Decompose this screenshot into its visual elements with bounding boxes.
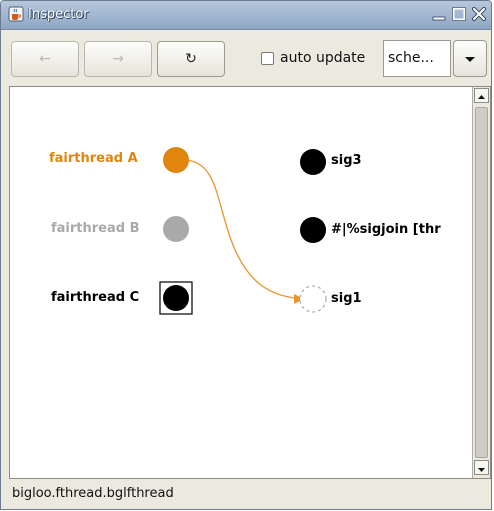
thread-label-a[interactable]: fairthread A — [49, 151, 138, 166]
thread-node-c[interactable] — [163, 285, 189, 311]
signal-label-sigjoin[interactable]: #|%sigjoin [thr — [331, 222, 441, 237]
close-icon[interactable] — [472, 7, 486, 21]
scheduler-combo-field[interactable]: sche... — [383, 40, 451, 77]
thread-label-c[interactable]: fairthread C — [51, 290, 139, 305]
thread-signal-graph — [159, 147, 327, 315]
auto-update-checkbox[interactable] — [261, 52, 274, 65]
back-button[interactable]: ← — [11, 41, 79, 77]
signal-node-1[interactable] — [300, 149, 326, 175]
back-arrow-icon: ← — [39, 51, 51, 67]
title-bar[interactable]: Inspector — [1, 1, 491, 30]
edge-fairthread-a-to-sig1 — [182, 159, 305, 300]
status-bar-text: bigloo.fthread.bglfthread — [12, 486, 174, 501]
scroll-up-button[interactable] — [474, 88, 489, 103]
window-title: Inspector — [28, 7, 89, 22]
java-cup-icon — [8, 6, 24, 22]
chevron-up-icon — [478, 95, 485, 99]
signal-node-3[interactable] — [299, 285, 327, 313]
scroll-down-button[interactable] — [474, 460, 489, 475]
toolbar: ← → ↻ auto update sche... — [1, 31, 491, 83]
vertical-scrollbar[interactable] — [472, 87, 490, 478]
inspector-window: Inspector ← → ↻ auto update sche... fair… — [0, 0, 492, 510]
chevron-down-icon — [478, 468, 485, 472]
chevron-down-icon — [465, 57, 475, 62]
forward-button[interactable]: → — [84, 41, 152, 77]
refresh-icon: ↻ — [185, 51, 197, 67]
auto-update-label: auto update — [280, 50, 366, 66]
forward-arrow-icon: → — [112, 51, 124, 67]
thread-node-b[interactable] — [163, 216, 189, 242]
maximize-icon[interactable] — [452, 7, 466, 21]
graph-view: fairthread A fairthread B fairthread C s… — [9, 86, 491, 479]
signal-node-2[interactable] — [300, 217, 326, 243]
minimize-icon[interactable] — [432, 7, 446, 21]
signal-label-sig1[interactable]: sig1 — [331, 291, 362, 306]
refresh-button[interactable]: ↻ — [157, 41, 225, 77]
scroll-thumb[interactable] — [475, 107, 488, 458]
thread-node-a[interactable] — [163, 147, 189, 173]
signal-label-sig3[interactable]: sig3 — [331, 153, 362, 168]
thread-label-b[interactable]: fairthread B — [51, 221, 140, 236]
scheduler-dropdown-button[interactable] — [453, 40, 487, 77]
